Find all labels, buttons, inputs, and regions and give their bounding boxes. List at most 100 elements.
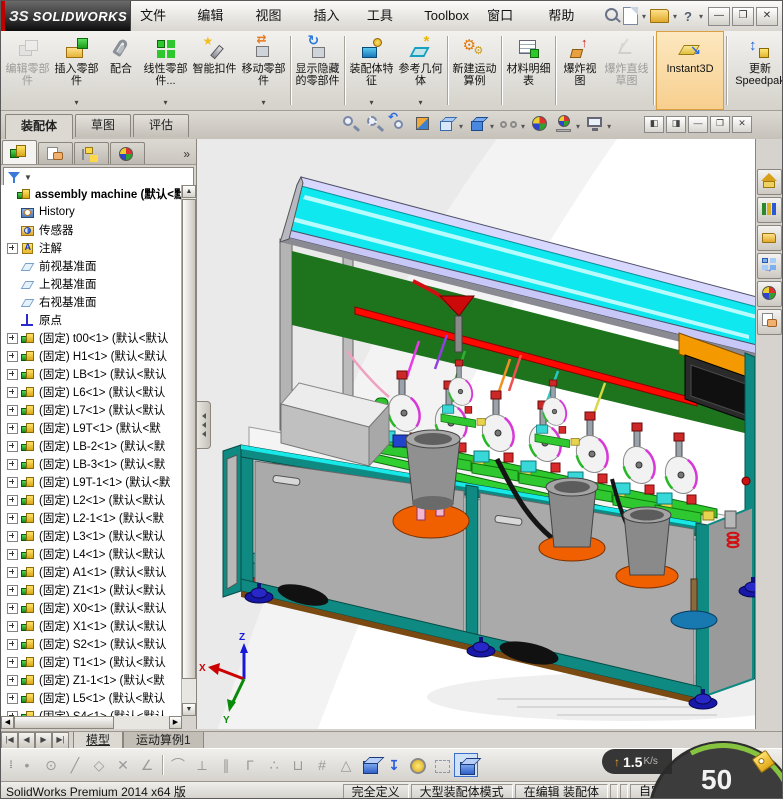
- tree-row[interactable]: (固定) L7<1> (默认<默认: [1, 401, 181, 419]
- expand-plus-icon[interactable]: [7, 458, 18, 470]
- expand-plus-icon[interactable]: [7, 692, 18, 704]
- menu-item[interactable]: 工具(T): [358, 1, 415, 52]
- pane-right-button[interactable]: ◨: [666, 116, 686, 133]
- linear-pattern-button[interactable]: 线性零部件... ▾: [141, 31, 190, 110]
- menu-item[interactable]: 编辑(E): [188, 1, 246, 52]
- view-orientation-icon[interactable]: [436, 114, 458, 134]
- tree-row[interactable]: (固定) L2<1> (默认<默认: [1, 491, 181, 509]
- tree-row[interactable]: 右视基准面: [1, 293, 181, 311]
- edit-appearance-icon[interactable]: [529, 114, 551, 134]
- tree-row[interactable]: assembly machine (默认<默: [1, 185, 181, 203]
- tree-row[interactable]: (固定) Z1-1<1> (默认<默: [1, 671, 181, 689]
- edit-component-button[interactable]: 编辑零部件 ▾: [3, 31, 52, 110]
- expand-plus-icon[interactable]: [7, 656, 18, 668]
- exploded-view-button[interactable]: 爆炸视图 ▾: [558, 31, 602, 110]
- sketch-angle-icon[interactable]: ∠: [135, 753, 159, 777]
- tree-vertical-scrollbar[interactable]: ▲ ▼: [181, 185, 196, 716]
- sketch-point-icon[interactable]: •: [15, 753, 39, 777]
- zoom-area-icon[interactable]: [364, 114, 386, 134]
- apply-scene-icon[interactable]: [553, 114, 575, 134]
- speed-gauge-overlay[interactable]: 50 ↑ 1.5 K/s: [596, 736, 782, 798]
- bill-of-materials-button[interactable]: 材料明细表 ▾: [504, 31, 553, 110]
- sketch-trim-icon[interactable]: ✕: [111, 753, 135, 777]
- relation-angle-icon[interactable]: △: [334, 753, 358, 777]
- tab-nav-button[interactable]: ▶|: [52, 732, 69, 749]
- new-motion-study-button[interactable]: 新建运动算例 ▾: [450, 31, 499, 110]
- tab-evaluate[interactable]: 评估: [133, 114, 190, 137]
- tree-row[interactable]: 原点: [1, 311, 181, 329]
- menu-item[interactable]: 窗口(W): [478, 1, 539, 52]
- scroll-up-icon[interactable]: ▲: [182, 185, 196, 198]
- dropdown-caret-icon[interactable]: ▾: [490, 122, 494, 131]
- tree-row[interactable]: (固定) t00<1> (默认<默认: [1, 329, 181, 347]
- graphics-viewport[interactable]: Z X Y: [197, 139, 757, 729]
- tree-row[interactable]: (固定) L9T-1<1> (默认<默: [1, 473, 181, 491]
- motion-study-tab[interactable]: 运动算例1: [123, 732, 204, 749]
- menu-item[interactable]: 插入(I): [305, 1, 358, 52]
- hide-show-items-icon[interactable]: [498, 114, 520, 134]
- appearances-icon[interactable]: [756, 281, 782, 307]
- tree-row[interactable]: History: [1, 203, 181, 221]
- scroll-down-icon[interactable]: ▼: [182, 703, 196, 716]
- relation-perpendicular-icon[interactable]: ⟂: [190, 753, 214, 777]
- tree-row[interactable]: (固定) LB-2<1> (默认<默: [1, 437, 181, 455]
- expand-plus-icon[interactable]: [7, 494, 18, 506]
- filter-caret-icon[interactable]: ▼: [24, 173, 32, 182]
- open-document-icon[interactable]: [650, 9, 670, 23]
- display-style-icon[interactable]: [467, 114, 489, 134]
- assembly-features-button[interactable]: 装配体特征 ▾: [347, 31, 396, 110]
- tree-row[interactable]: (固定) X0<1> (默认<默认: [1, 599, 181, 617]
- tree-row[interactable]: (固定) S4<1> (默认<默认: [1, 707, 181, 716]
- sketch-line-icon[interactable]: ╱: [63, 753, 87, 777]
- tree-horizontal-scrollbar[interactable]: ◀ ▶: [1, 716, 182, 729]
- vertical-scroll-thumb[interactable]: [182, 199, 196, 679]
- new-document-icon[interactable]: [623, 7, 638, 25]
- expand-plus-icon[interactable]: [7, 386, 18, 398]
- shaded-view-icon[interactable]: [454, 753, 478, 777]
- propertymanager-tab[interactable]: [38, 142, 73, 164]
- displaymanager-tab[interactable]: [110, 142, 145, 164]
- tree-row[interactable]: (固定) T1<1> (默认<默认: [1, 653, 181, 671]
- instant3d-button[interactable]: Instant3D ▾: [656, 31, 724, 110]
- configurationmanager-tab[interactable]: [74, 142, 109, 164]
- mate-button[interactable]: 配合 ▾: [101, 31, 141, 110]
- tree-row[interactable]: (固定) LB<1> (默认<默认: [1, 365, 181, 383]
- section-view-icon[interactable]: [412, 114, 434, 134]
- tree-row[interactable]: (固定) A1<1> (默认<默认: [1, 563, 181, 581]
- tree-row[interactable]: (固定) Z1<1> (默认<默认: [1, 581, 181, 599]
- dropdown-caret-icon[interactable]: ▾: [459, 122, 463, 131]
- dropdown-caret-icon[interactable]: ▾: [576, 122, 580, 131]
- tab-nav-button[interactable]: |◀: [1, 732, 18, 749]
- view-palette-icon[interactable]: [756, 253, 782, 279]
- tab-nav-button[interactable]: ◀: [18, 732, 35, 749]
- panel-tabs-overflow-button[interactable]: »: [183, 147, 195, 164]
- toolbar-separator[interactable]: [159, 753, 166, 777]
- tree-row[interactable]: (固定) L9T<1> (默认<默: [1, 419, 181, 437]
- expand-plus-icon[interactable]: [7, 530, 18, 542]
- expand-plus-icon[interactable]: [7, 422, 18, 434]
- measure-icon[interactable]: [406, 753, 430, 777]
- view-settings-icon[interactable]: [584, 114, 606, 134]
- doc-minimize-button[interactable]: —: [688, 116, 708, 133]
- relation-tangent-icon[interactable]: ⌒: [166, 753, 190, 777]
- tree-row[interactable]: (固定) L5<1> (默认<默认: [1, 689, 181, 707]
- expand-plus-icon[interactable]: [7, 242, 18, 254]
- isometric-view-icon[interactable]: [358, 753, 382, 777]
- expand-plus-icon[interactable]: [7, 332, 18, 344]
- move-component-button[interactable]: 移动零部件 ▾: [239, 31, 288, 110]
- tree-row[interactable]: 前视基准面: [1, 257, 181, 275]
- menu-item[interactable]: 帮助(H): [539, 1, 598, 52]
- tree-row[interactable]: (固定) L3<1> (默认<默认: [1, 527, 181, 545]
- expand-plus-icon[interactable]: [7, 368, 18, 380]
- reference-geometry-button[interactable]: 参考几何体 ▾: [396, 31, 445, 110]
- sketch-circle-icon[interactable]: ⊙: [39, 753, 63, 777]
- solidworks-resources-icon[interactable]: [756, 169, 782, 195]
- expand-plus-icon[interactable]: [7, 440, 18, 452]
- relation-points-icon[interactable]: ∴: [262, 753, 286, 777]
- minimize-button[interactable]: —: [708, 6, 730, 26]
- expand-plus-icon[interactable]: [7, 584, 18, 596]
- restore-button[interactable]: ❐: [732, 6, 754, 26]
- expand-plus-icon[interactable]: [7, 620, 18, 632]
- model-tab[interactable]: 模型: [73, 732, 124, 749]
- dropdown-caret-icon[interactable]: ▾: [607, 122, 611, 131]
